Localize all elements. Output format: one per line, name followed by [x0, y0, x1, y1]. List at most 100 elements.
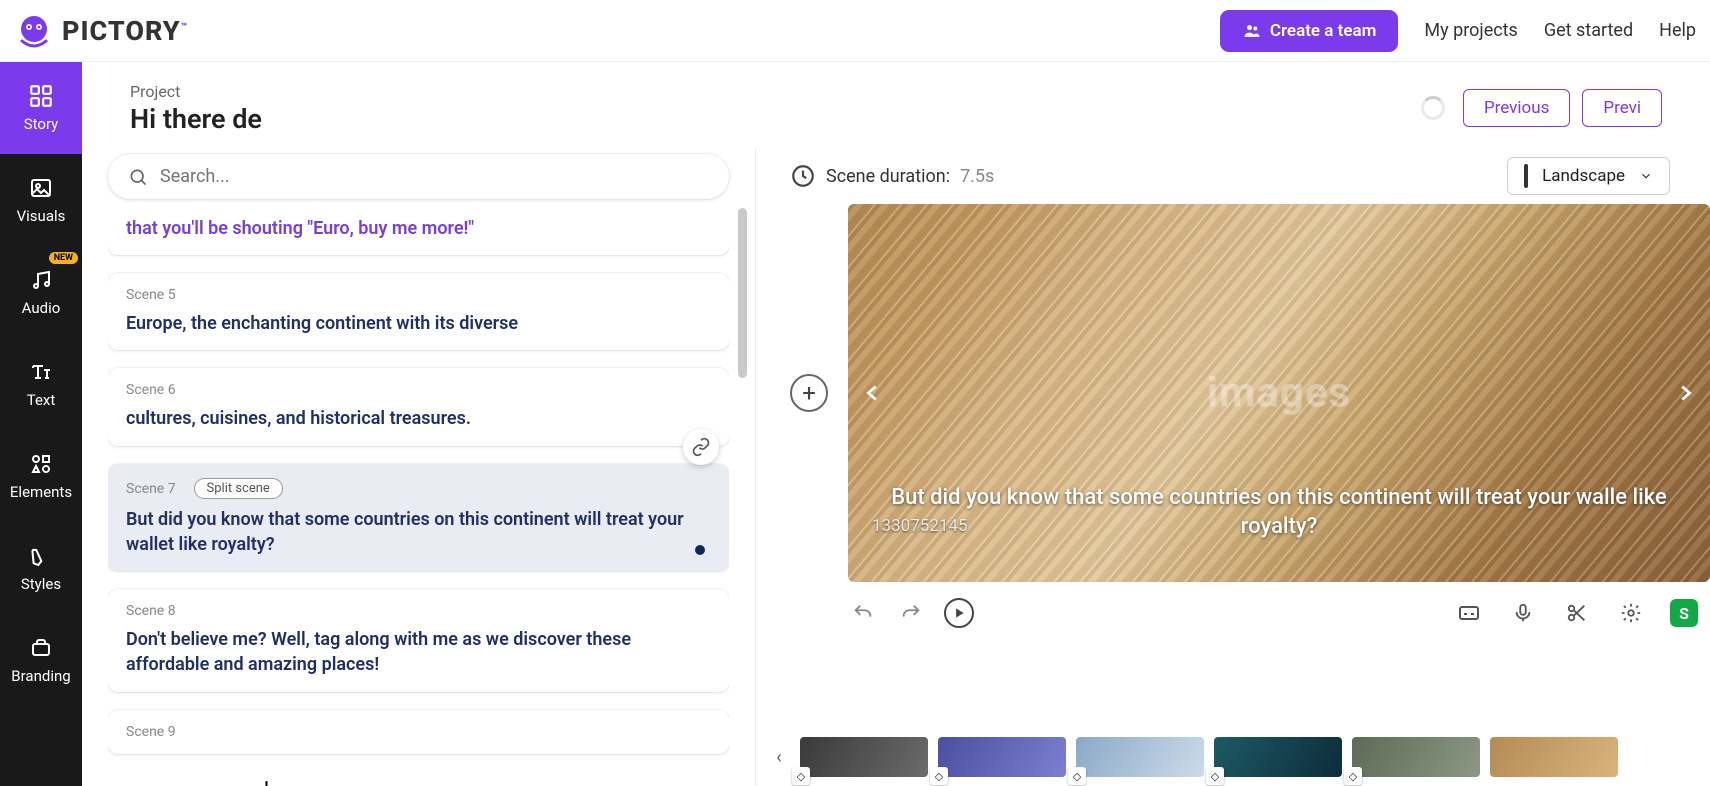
text-icon	[28, 359, 54, 385]
transition-icon[interactable]: ◇	[1206, 767, 1224, 785]
scene-number: Scene 8	[126, 603, 711, 619]
timeline-thumb[interactable]: ◇	[1214, 737, 1342, 777]
brand-logo: PICTORY™	[14, 11, 188, 51]
cut-button[interactable]	[1562, 598, 1592, 628]
elements-icon	[28, 451, 54, 477]
aspect-dropdown[interactable]: Landscape	[1507, 157, 1670, 195]
preview-toolbar: S	[790, 582, 1710, 628]
preview-caption: But did you know that some countries on …	[848, 483, 1710, 542]
timeline-thumb[interactable]: ◇	[800, 737, 928, 777]
duration-value: 7.5s	[960, 166, 994, 187]
sidebar-label-branding: Branding	[11, 667, 70, 685]
transition-icon[interactable]: ◇	[1068, 767, 1086, 785]
brand-name: PICTORY™	[62, 15, 188, 47]
search-input-wrap[interactable]	[108, 154, 729, 199]
timeline-thumb[interactable]: ◇	[938, 737, 1066, 777]
sidebar-item-text[interactable]: Text	[0, 338, 82, 430]
undo-button[interactable]	[848, 598, 878, 628]
scene-card-partial[interactable]: that you'll be shouting "Euro, buy me mo…	[108, 212, 729, 255]
scene-number: Scene 6	[126, 382, 711, 398]
scene-card-6[interactable]: Scene 6 cultures, cuisines, and historic…	[108, 368, 729, 445]
nav-get-started[interactable]: Get started	[1544, 20, 1633, 41]
previous-button[interactable]: Previous	[1463, 89, 1570, 127]
transition-icon[interactable]: ◇	[792, 767, 810, 785]
scene-number: Scene 5	[126, 287, 711, 303]
status-badge[interactable]: S	[1670, 599, 1698, 627]
scene-number: Scene 9	[126, 724, 711, 740]
scene-card-8[interactable]: Scene 8 Don't believe me? Well, tag alon…	[108, 589, 729, 691]
scene-text: Europe, the enchanting continent with it…	[126, 311, 711, 336]
sidebar-item-visuals[interactable]: Visuals	[0, 154, 82, 246]
scene-card-7[interactable]: ≡ Scene 7 Split scene But did you know t…	[108, 464, 729, 572]
sidebar-item-story[interactable]: Story	[0, 62, 82, 154]
duration-label: Scene duration:	[826, 166, 950, 187]
scene-meta: Scene duration: 7.5s Landscape	[790, 148, 1710, 204]
sidebar-label-styles: Styles	[21, 575, 61, 593]
settings-button[interactable]	[1616, 598, 1646, 628]
sidebar-item-branding[interactable]: Branding	[0, 614, 82, 706]
main-area: that you'll be shouting "Euro, buy me mo…	[82, 148, 1710, 786]
landscape-icon	[1524, 166, 1528, 186]
team-icon	[1242, 21, 1262, 41]
project-actions: Previous Previ	[1421, 89, 1662, 127]
project-label: Project	[130, 82, 262, 101]
scene-text: But did you know that some countries on …	[126, 507, 711, 557]
clock-icon	[790, 163, 816, 189]
project-title[interactable]: Hi there de	[130, 103, 262, 135]
split-scene-button[interactable]: Split scene	[194, 478, 283, 499]
create-team-button[interactable]: Create a team	[1220, 10, 1399, 52]
visuals-icon	[28, 175, 54, 201]
sidebar-label-text: Text	[27, 391, 56, 409]
caption-button[interactable]	[1454, 598, 1484, 628]
styles-icon	[28, 543, 54, 569]
nav-my-projects[interactable]: My projects	[1424, 20, 1517, 41]
transition-icon[interactable]: ◇	[1344, 767, 1362, 785]
scene-number: Scene 7	[126, 481, 176, 497]
app-header: PICTORY™ Create a team My projects Get s…	[0, 0, 1710, 62]
sidebar-label-elements: Elements	[10, 483, 72, 501]
nav-help[interactable]: Help	[1659, 20, 1696, 41]
loading-spinner-icon	[1421, 96, 1445, 120]
new-badge: NEW	[49, 252, 78, 264]
chevron-down-icon	[1639, 169, 1653, 183]
project-bar: Project Hi there de Previous Previ	[82, 62, 1710, 148]
sidebar-label-visuals: Visuals	[17, 207, 66, 225]
header-nav: Create a team My projects Get started He…	[1220, 10, 1696, 52]
left-sidebar: Story Visuals NEW Audio Text Elements St…	[0, 62, 82, 786]
play-button[interactable]	[944, 598, 974, 628]
timeline-thumb[interactable]: ◇	[1352, 737, 1480, 777]
logo-icon	[14, 11, 54, 51]
timeline-thumb[interactable]	[1490, 737, 1618, 777]
video-preview[interactable]: images 1330752145 But did you know that …	[848, 204, 1710, 582]
redo-button[interactable]	[896, 598, 926, 628]
sidebar-item-audio[interactable]: NEW Audio	[0, 246, 82, 338]
scene-card-5[interactable]: Scene 5 Europe, the enchanting continent…	[108, 273, 729, 350]
mic-button[interactable]	[1508, 598, 1538, 628]
next-frame-button[interactable]	[1668, 366, 1702, 420]
scene-card-9[interactable]: Scene 9	[108, 710, 729, 754]
sidebar-item-elements[interactable]: Elements	[0, 430, 82, 522]
cursor-icon	[260, 781, 276, 786]
watermark-text: images	[1207, 369, 1351, 418]
prev-frame-button[interactable]	[856, 366, 890, 420]
search-input[interactable]	[160, 166, 709, 187]
scene-text: cultures, cuisines, and historical treas…	[126, 406, 711, 431]
link-scene-button[interactable]	[683, 429, 719, 465]
branding-icon	[28, 635, 54, 661]
thumbs-prev-button[interactable]: ‹	[768, 737, 790, 777]
preview-button[interactable]: Previ	[1582, 89, 1662, 127]
sidebar-item-styles[interactable]: Styles	[0, 522, 82, 614]
sidebar-label-audio: Audio	[22, 299, 61, 317]
story-icon	[28, 83, 54, 109]
transition-icon[interactable]: ◇	[930, 767, 948, 785]
scrollbar[interactable]	[738, 208, 747, 378]
sidebar-label-story: Story	[24, 115, 59, 133]
timeline-thumb[interactable]: ◇	[1076, 737, 1204, 777]
project-title-block: Project Hi there de	[130, 82, 262, 135]
scene-text: Don't believe me? Well, tag along with m…	[126, 627, 711, 677]
audio-icon	[28, 267, 54, 293]
scene-text: that you'll be shouting "Euro, buy me mo…	[126, 216, 711, 241]
scene-list-pane: that you'll be shouting "Euro, buy me mo…	[82, 148, 756, 786]
add-scene-button[interactable]: +	[790, 374, 828, 412]
timeline-thumbnails: ‹ ◇ ◇ ◇ ◇ ◇	[756, 728, 1710, 786]
